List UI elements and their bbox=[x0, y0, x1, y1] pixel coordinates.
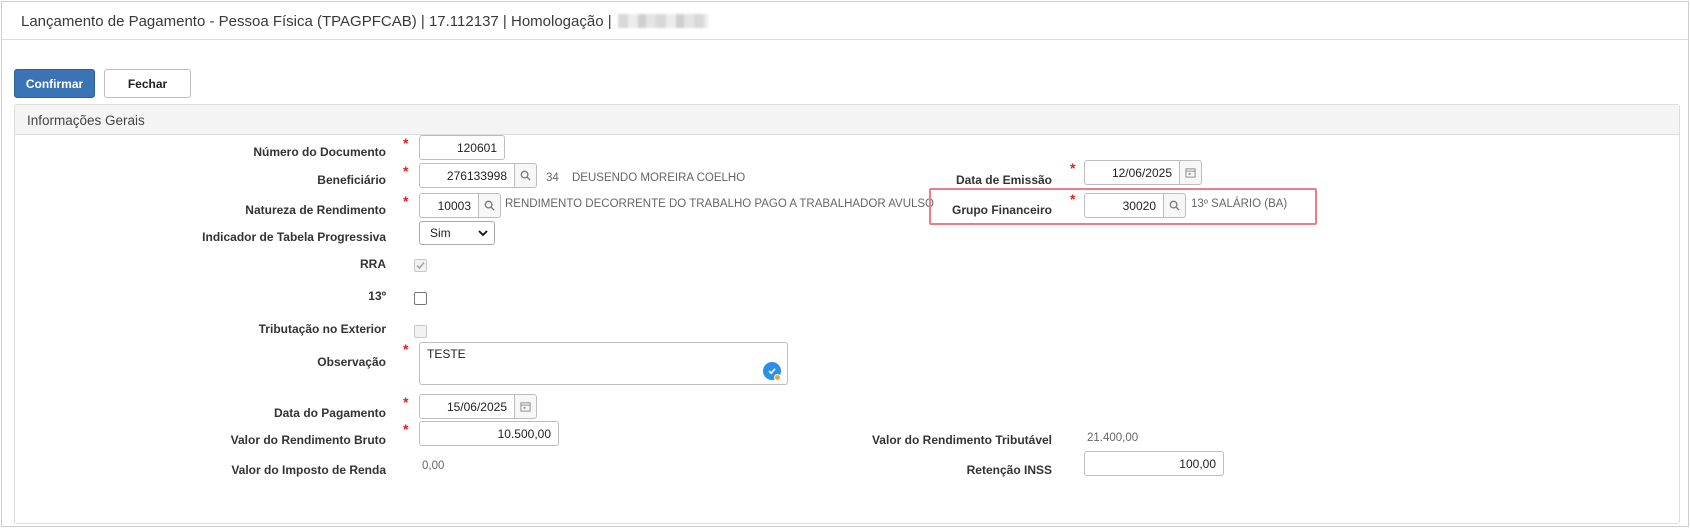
retencao-inss-input[interactable]: 100,00 bbox=[1084, 451, 1224, 476]
spellcheck-status-dot bbox=[774, 374, 781, 381]
numero-documento-input[interactable]: 120601 bbox=[419, 135, 505, 160]
title-bar: Lançamento de Pagamento - Pessoa Física … bbox=[2, 2, 1688, 40]
observacao-textarea[interactable]: TESTE bbox=[419, 342, 788, 385]
valor-rendimento-bruto-input[interactable]: 10.500,00 bbox=[419, 421, 559, 446]
grupo-financeiro-input[interactable]: 30020 bbox=[1084, 193, 1164, 218]
rra-checkbox[interactable] bbox=[414, 259, 427, 272]
valor-rendimento-tributavel-value: 21.400,00 bbox=[1087, 432, 1139, 444]
decimo-terceiro-label: 13º bbox=[368, 289, 386, 303]
grupo-financeiro-search-button[interactable] bbox=[1163, 193, 1186, 218]
required-marker: * bbox=[403, 421, 409, 437]
indicador-tabela-value: Sim bbox=[430, 226, 451, 240]
data-pagamento-calendar-button[interactable] bbox=[514, 394, 537, 419]
search-icon bbox=[484, 200, 495, 211]
search-icon bbox=[520, 170, 531, 181]
required-marker: * bbox=[403, 135, 409, 151]
redacted-user bbox=[617, 14, 708, 28]
indicador-tabela-select[interactable]: Sim bbox=[419, 221, 495, 245]
chevron-down-icon bbox=[478, 229, 488, 236]
valor-rendimento-tributavel-label: Valor do Rendimento Tributável bbox=[871, 433, 1052, 447]
data-emissao-label: Data de Emissão bbox=[955, 173, 1052, 187]
required-marker: * bbox=[403, 341, 409, 357]
data-emissao-calendar-button[interactable] bbox=[1179, 160, 1202, 185]
window-title: Lançamento de Pagamento - Pessoa Física … bbox=[21, 13, 708, 30]
close-button[interactable]: Fechar bbox=[104, 69, 191, 98]
beneficiario-name: DEUSENDO MOREIRA COELHO bbox=[572, 172, 746, 184]
general-info-panel: Informações Gerais bbox=[14, 104, 1680, 524]
indicador-tabela-label: Indicador de Tabela Progressiva bbox=[202, 230, 386, 244]
required-marker: * bbox=[403, 163, 409, 179]
grupo-financeiro-description: 13º SALÁRIO (BA) bbox=[1191, 198, 1288, 210]
beneficiario-input[interactable]: 276133998 bbox=[419, 163, 515, 188]
check-icon bbox=[416, 261, 425, 270]
valor-imposto-renda-label: Valor do Imposto de Renda bbox=[231, 463, 386, 477]
natureza-search-button[interactable] bbox=[478, 193, 501, 218]
required-marker: * bbox=[403, 394, 409, 410]
natureza-rendimento-label: Natureza de Rendimento bbox=[245, 203, 386, 217]
beneficiario-search-button[interactable] bbox=[514, 163, 537, 188]
panel-title: Informações Gerais bbox=[27, 113, 145, 128]
decimo-terceiro-checkbox[interactable] bbox=[414, 292, 427, 305]
data-pagamento-input[interactable]: 15/06/2025 bbox=[419, 394, 515, 419]
calendar-icon bbox=[1185, 168, 1196, 178]
data-pagamento-label: Data do Pagamento bbox=[273, 406, 386, 420]
valor-imposto-renda-value: 0,00 bbox=[422, 460, 445, 472]
confirm-button[interactable]: Confirmar bbox=[14, 69, 95, 98]
tributacao-exterior-label: Tributação no Exterior bbox=[258, 322, 386, 336]
natureza-rendimento-input[interactable]: 10003 bbox=[419, 193, 479, 218]
grupo-financeiro-label: Grupo Financeiro bbox=[951, 203, 1052, 217]
required-marker: * bbox=[1070, 160, 1076, 176]
numero-documento-label: Número do Documento bbox=[253, 145, 386, 159]
observacao-value: TESTE bbox=[427, 347, 466, 361]
observacao-label: Observação bbox=[317, 355, 386, 369]
valor-rendimento-bruto-label: Valor do Rendimento Bruto bbox=[230, 433, 386, 447]
retencao-inss-label: Retenção INSS bbox=[966, 463, 1052, 477]
beneficiario-label: Beneficiário bbox=[317, 173, 386, 187]
rra-label: RRA bbox=[360, 257, 386, 271]
calendar-icon bbox=[520, 402, 531, 412]
required-marker: * bbox=[403, 193, 409, 209]
window-title-text: Lançamento de Pagamento - Pessoa Física … bbox=[21, 13, 612, 30]
beneficiario-code: 34 bbox=[546, 172, 559, 184]
search-icon bbox=[1169, 200, 1180, 211]
natureza-description: RENDIMENTO DECORRENTE DO TRABALHO PAGO A… bbox=[505, 198, 935, 210]
data-emissao-input[interactable]: 12/06/2025 bbox=[1084, 160, 1180, 185]
panel-header: Informações Gerais bbox=[15, 105, 1679, 135]
tributacao-exterior-checkbox[interactable] bbox=[414, 325, 427, 338]
required-marker: * bbox=[1070, 191, 1076, 207]
